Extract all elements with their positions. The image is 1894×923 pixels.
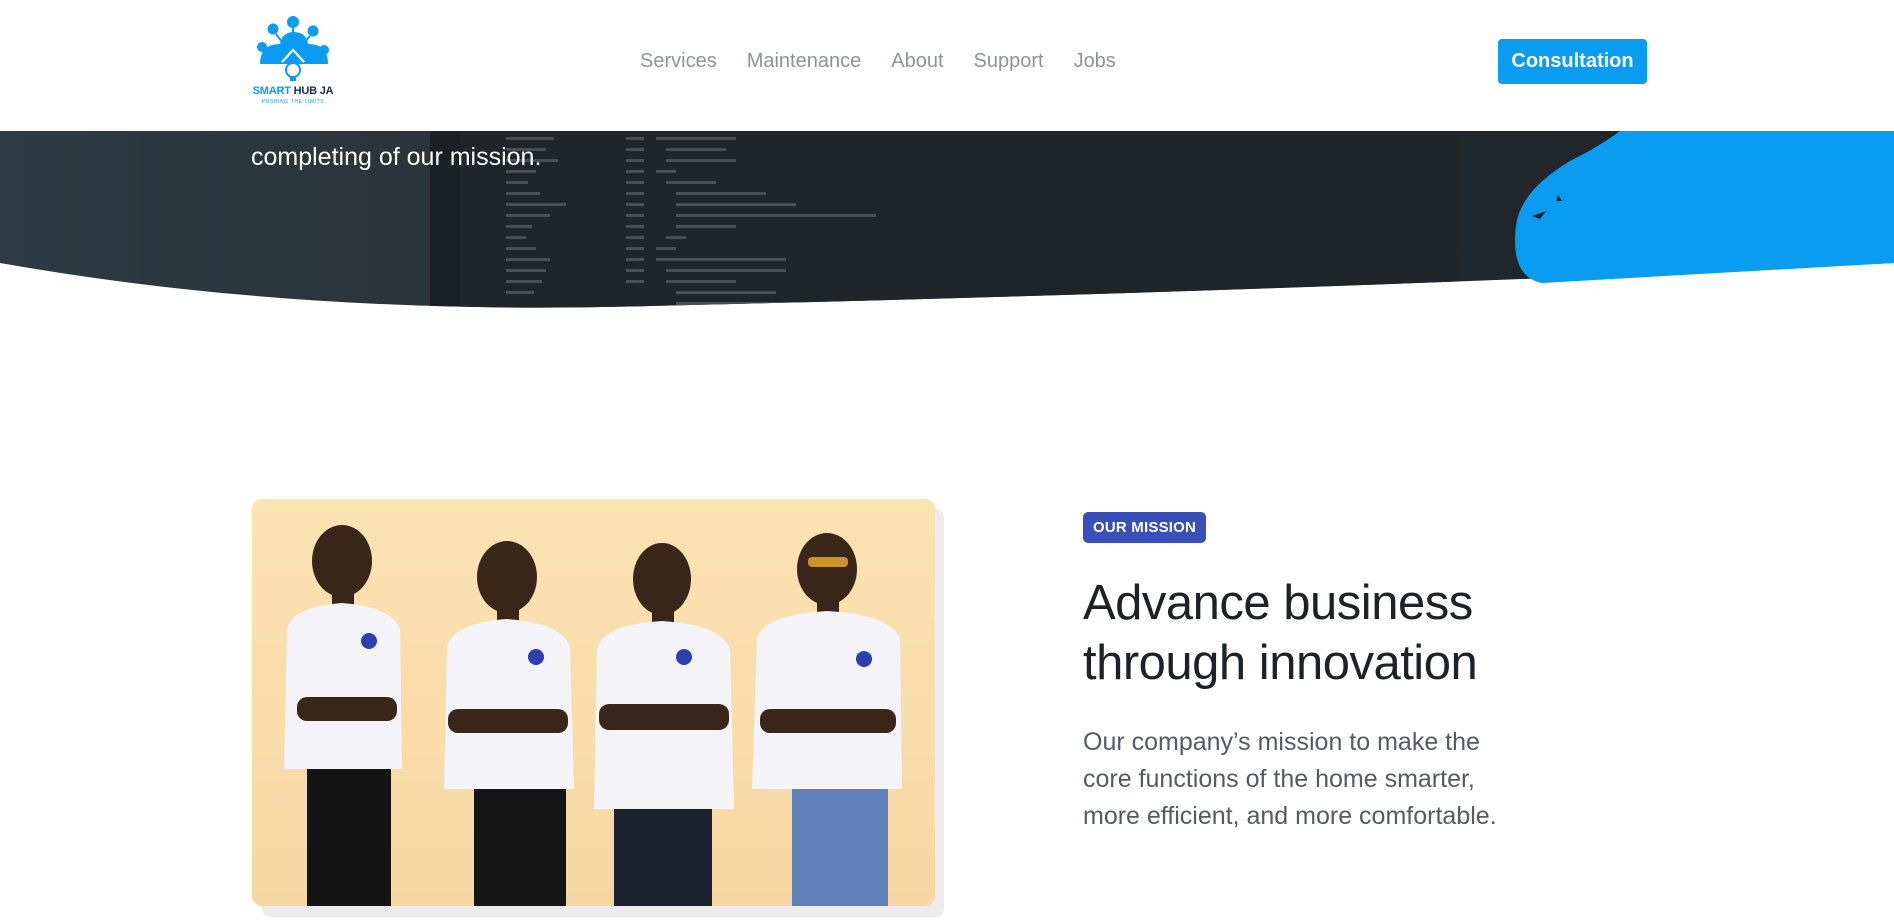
hero-section: completing of our mission. [0, 131, 1894, 331]
nav-link-services[interactable]: Services [640, 48, 717, 74]
logo-wordmark-hub: HUB JA [290, 85, 334, 97]
mission-badge: OUR MISSION [1083, 512, 1207, 543]
hero-text: completing of our mission. [251, 143, 542, 171]
logo-tagline: PUSHING THE LIMITS [261, 99, 325, 105]
nav-link-maintenance[interactable]: Maintenance [747, 48, 862, 74]
smart-hub-logo-icon [257, 16, 329, 81]
site-header: SMART HUB JA PUSHING THE LIMITS Services… [0, 0, 1894, 131]
logo-wordmark-smart: SMART [252, 85, 291, 97]
team-photo-illustration [252, 499, 935, 906]
team-photo [252, 499, 935, 906]
consultation-button[interactable]: Consultation [1498, 39, 1647, 84]
mission-description: Our company’s mission to make the core f… [1083, 728, 1497, 830]
main-nav: Services Maintenance About Support Jobs [640, 48, 1116, 74]
logo-wordmark: SMART HUB JA [250, 85, 336, 97]
mission-title: Advance business through innovation [1083, 576, 1478, 690]
nav-link-jobs[interactable]: Jobs [1074, 48, 1116, 74]
nav-link-about[interactable]: About [891, 48, 943, 74]
nav-link-support[interactable]: Support [974, 48, 1044, 74]
site-logo[interactable]: SMART HUB JA PUSHING THE LIMITS [250, 14, 336, 108]
